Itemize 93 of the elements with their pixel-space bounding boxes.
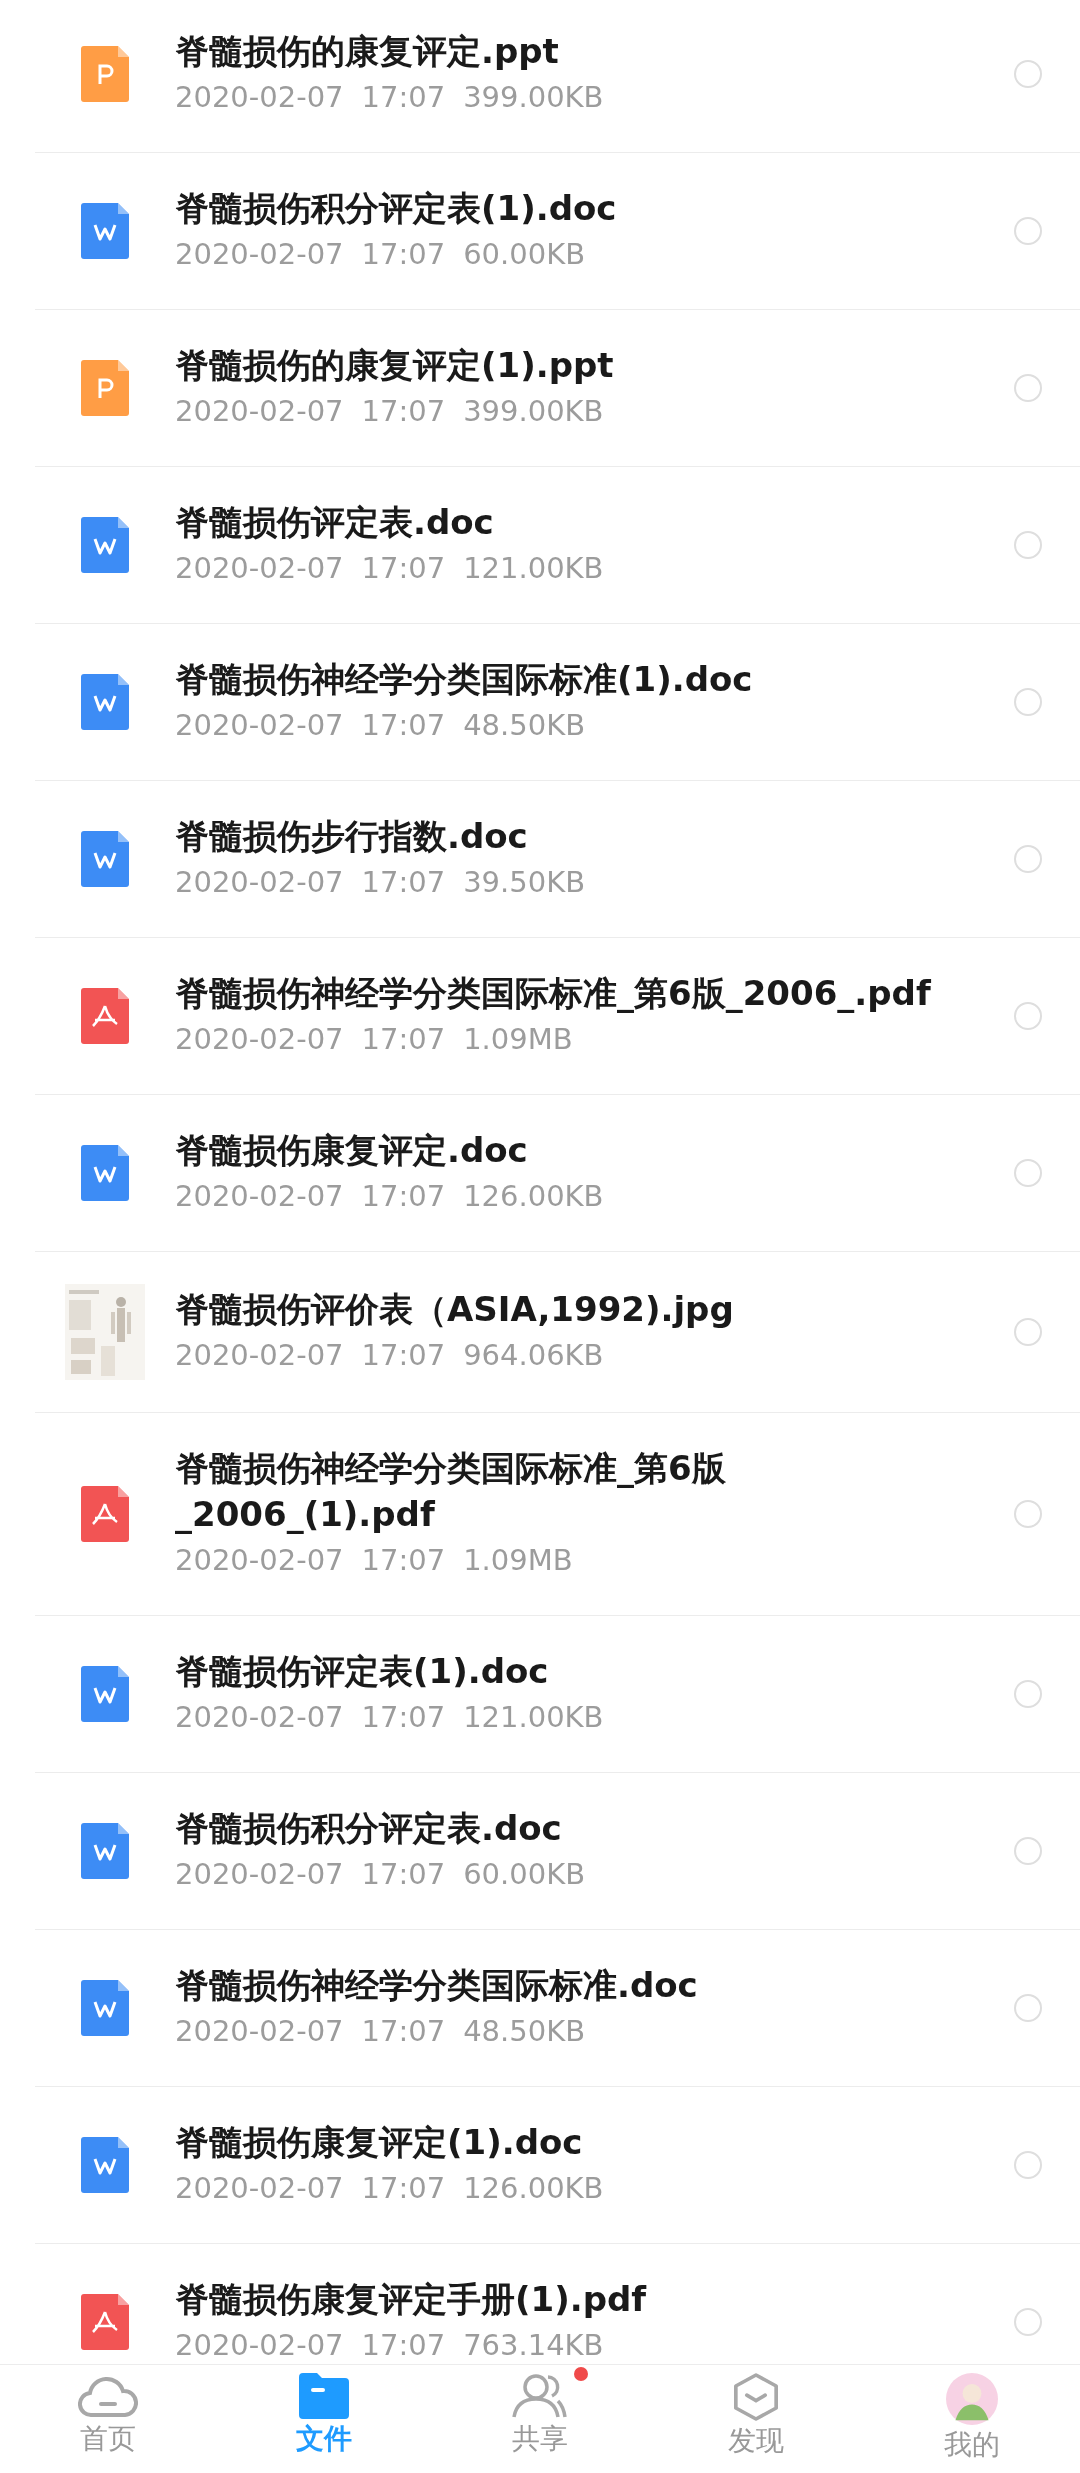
file-size: 121.00KB <box>463 550 604 587</box>
pdf-file-icon <box>81 988 129 1044</box>
file-date: 2020-02-07 <box>175 2327 344 2364</box>
select-radio[interactable] <box>1014 60 1042 88</box>
file-time: 17:07 <box>361 2170 446 2207</box>
file-size: 1.09MB <box>463 1542 573 1579</box>
file-size: 48.50KB <box>463 2013 586 2050</box>
file-size: 964.06KB <box>463 1337 604 1374</box>
select-radio[interactable] <box>1014 2151 1042 2179</box>
presentation-file-icon <box>81 360 129 416</box>
hexagon-icon <box>734 2373 778 2421</box>
select-radio[interactable] <box>1014 1318 1042 1346</box>
file-time: 17:07 <box>361 707 446 744</box>
select-radio[interactable] <box>1014 1680 1042 1708</box>
file-time: 17:07 <box>361 1542 446 1579</box>
file-size: 39.50KB <box>463 864 586 901</box>
file-size: 121.00KB <box>463 1699 604 1736</box>
file-size: 399.00KB <box>463 79 604 116</box>
select-radio[interactable] <box>1014 2308 1042 2336</box>
file-date: 2020-02-07 <box>175 2170 344 2207</box>
select-radio[interactable] <box>1014 374 1042 402</box>
pdf-file-icon <box>81 2294 129 2350</box>
file-name[interactable]: 脊髓损伤康复评定(1).doc <box>175 2119 994 2165</box>
select-radio[interactable] <box>1014 688 1042 716</box>
file-size: 60.00KB <box>463 1856 586 1893</box>
file-name[interactable]: 脊髓损伤神经学分类国际标准(1).doc <box>175 656 994 702</box>
file-time: 17:07 <box>361 1337 446 1374</box>
file-date: 2020-02-07 <box>175 1337 344 1374</box>
document-file-icon <box>81 1980 129 2036</box>
select-radio[interactable] <box>1014 1837 1042 1865</box>
select-radio[interactable] <box>1014 845 1042 873</box>
file-time: 17:07 <box>361 550 446 587</box>
file-time: 17:07 <box>361 1178 446 1215</box>
file-time: 17:07 <box>361 864 446 901</box>
file-size: 763.14KB <box>463 2327 604 2364</box>
file-size: 126.00KB <box>463 2170 604 2207</box>
file-name[interactable]: 脊髓损伤神经学分类国际标准_第6版_2006_(1).pdf <box>175 1445 994 1537</box>
file-date: 2020-02-07 <box>175 79 344 116</box>
document-file-icon <box>81 517 129 573</box>
pdf-file-icon <box>81 1486 129 1542</box>
file-date: 2020-02-07 <box>175 864 344 901</box>
file-date: 2020-02-07 <box>175 2013 344 2050</box>
file-time: 17:07 <box>361 79 446 116</box>
file-size: 60.00KB <box>463 236 586 273</box>
file-name[interactable]: 脊髓损伤康复评定.doc <box>175 1127 994 1173</box>
select-radio[interactable] <box>1014 1002 1042 1030</box>
file-name[interactable]: 脊髓损伤康复评定手册(1).pdf <box>175 2276 994 2322</box>
select-radio[interactable] <box>1014 1500 1042 1528</box>
file-time: 17:07 <box>361 236 446 273</box>
people-icon <box>510 2373 570 2419</box>
file-time: 17:07 <box>361 1699 446 1736</box>
file-time: 17:07 <box>361 1856 446 1893</box>
file-time: 17:07 <box>361 393 446 430</box>
file-date: 2020-02-07 <box>175 393 344 430</box>
document-file-icon <box>81 1145 129 1201</box>
select-radio[interactable] <box>1014 1159 1042 1187</box>
file-date: 2020-02-07 <box>175 236 344 273</box>
file-name[interactable]: 脊髓损伤的康复评定.ppt <box>175 28 994 74</box>
file-name[interactable]: 脊髓损伤评定表.doc <box>175 499 994 545</box>
file-name[interactable]: 脊髓损伤的康复评定(1).ppt <box>175 342 994 388</box>
file-name[interactable]: 脊髓损伤评价表（ASIA,1992).jpg <box>175 1286 994 1332</box>
file-time: 17:07 <box>361 2013 446 2050</box>
document-file-icon <box>81 831 129 887</box>
document-file-icon <box>81 1666 129 1722</box>
folder-icon <box>299 2373 349 2419</box>
document-file-icon <box>81 1823 129 1879</box>
file-size: 399.00KB <box>463 393 604 430</box>
file-name[interactable]: 脊髓损伤步行指数.doc <box>175 813 994 859</box>
file-size: 48.50KB <box>463 707 586 744</box>
presentation-file-icon <box>81 46 129 102</box>
file-name[interactable]: 脊髓损伤评定表(1).doc <box>175 1648 994 1694</box>
file-date: 2020-02-07 <box>175 1021 344 1058</box>
avatar-icon <box>946 2373 998 2425</box>
file-name[interactable]: 脊髓损伤积分评定表.doc <box>175 1805 994 1851</box>
file-date: 2020-02-07 <box>175 707 344 744</box>
document-file-icon <box>81 2137 129 2193</box>
file-size: 1.09MB <box>463 1021 573 1058</box>
file-date: 2020-02-07 <box>175 1178 344 1215</box>
document-file-icon <box>81 203 129 259</box>
file-size: 126.00KB <box>463 1178 604 1215</box>
select-radio[interactable] <box>1014 1994 1042 2022</box>
file-date: 2020-02-07 <box>175 1542 344 1579</box>
document-file-icon <box>81 674 129 730</box>
file-time: 17:07 <box>361 2327 446 2364</box>
file-name[interactable]: 脊髓损伤神经学分类国际标准_第6版_2006_.pdf <box>175 970 994 1016</box>
file-date: 2020-02-07 <box>175 550 344 587</box>
file-name[interactable]: 脊髓损伤神经学分类国际标准.doc <box>175 1962 994 2008</box>
file-date: 2020-02-07 <box>175 1699 344 1736</box>
file-date: 2020-02-07 <box>175 1856 344 1893</box>
select-radio[interactable] <box>1014 531 1042 559</box>
file-name[interactable]: 脊髓损伤积分评定表(1).doc <box>175 185 994 231</box>
file-time: 17:07 <box>361 1021 446 1058</box>
select-radio[interactable] <box>1014 217 1042 245</box>
